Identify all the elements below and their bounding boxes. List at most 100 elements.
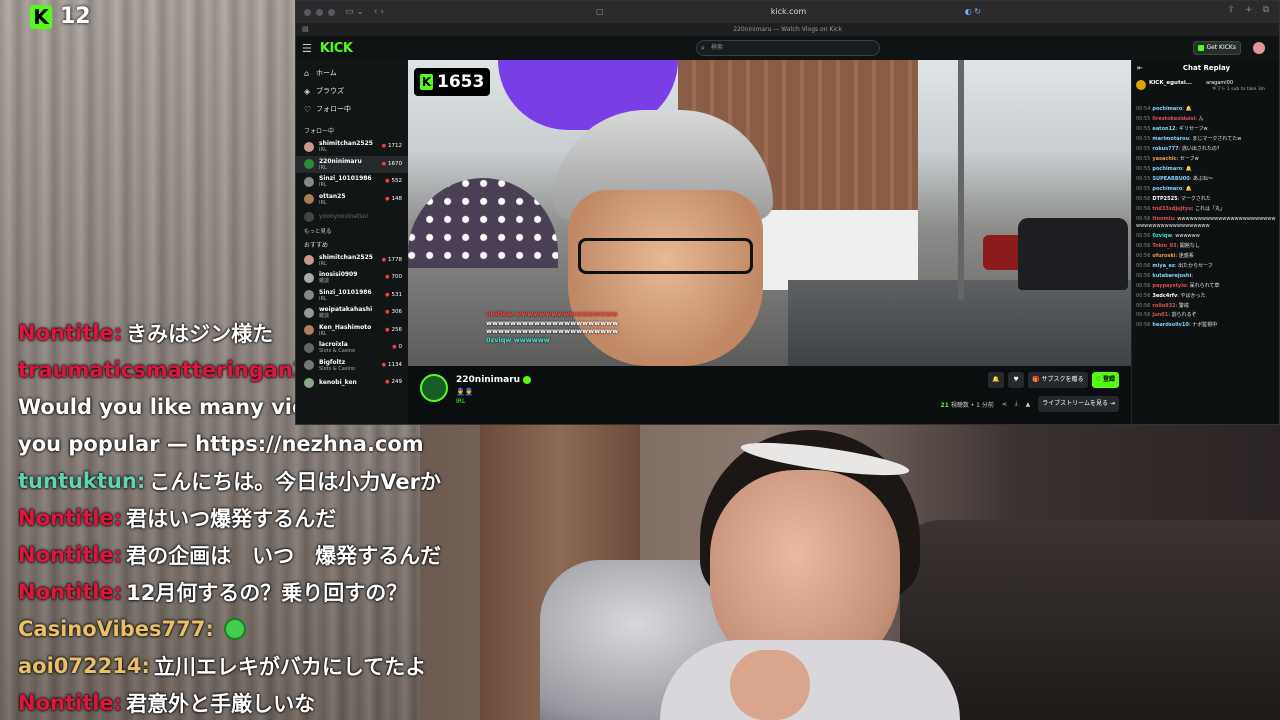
sidebar-channel[interactable]: inosisi0909雑談700: [296, 269, 408, 287]
chat-username[interactable]: tinomiu: [1152, 216, 1174, 222]
watch-live-button[interactable]: ライブストリームを見る ⇥: [1038, 396, 1119, 412]
channel-avatar: [304, 159, 314, 170]
video-overlay-line: 0zviqw wwwwww: [486, 335, 550, 344]
sidebar-channel[interactable]: weipatakahashi雑談306: [296, 304, 408, 322]
sidebar-channel[interactable]: shimitchan2525IRL 1778: [296, 252, 408, 270]
chat-username[interactable]: pochimaro: [1152, 186, 1182, 192]
chat-username[interactable]: yasachic: [1152, 156, 1176, 162]
overlay-chat-user: Nontitle:: [18, 542, 123, 567]
sidebar-channel[interactable]: Ken_HashimotoIRL 256: [296, 322, 408, 340]
window-controls[interactable]: [304, 8, 335, 16]
sidebar-channel[interactable]: kenobi_ken 249: [296, 374, 408, 392]
sidebar-channel[interactable]: 220ninimaruIRL 1670: [296, 155, 408, 173]
video-player[interactable]: K 1653 onitlew wwwwwwwwwwwwwwwww wwwwwwww…: [408, 60, 1131, 366]
nav-browse[interactable]: ◈ ブラウズ: [296, 82, 408, 100]
chat-timestamp: 00:56: [1136, 312, 1151, 319]
chat-username[interactable]: kutabarejoshi: [1152, 273, 1191, 279]
chat-username[interactable]: marimotarou: [1152, 136, 1189, 142]
chat-username[interactable]: 0zviqw: [1152, 233, 1172, 239]
sidebar-channel[interactable]: Sinzi_10101986IRL 531: [296, 287, 408, 305]
channel-avatar: [304, 290, 314, 301]
chat-username[interactable]: jun01: [1152, 312, 1168, 318]
chat-username[interactable]: Tokio_83: [1152, 243, 1176, 249]
chat-username[interactable]: tnd33sdjuJtyu: [1152, 206, 1191, 212]
search-icon: ⌕: [701, 44, 705, 52]
pinned-gift[interactable]: KICK_egutsi... aragami00 ギフト 1 sub to ta…: [1136, 78, 1277, 102]
chat-message: 00:55 eaton12: ギリセーフw: [1136, 125, 1208, 132]
back-forward-icon[interactable]: ‹ ›: [374, 7, 384, 17]
chat-username[interactable]: heardsoiiv10: [1152, 322, 1188, 328]
chat-message: 00:56 ofuroski: 迷惑系: [1136, 252, 1194, 259]
menu-icon[interactable]: ☰: [302, 42, 312, 55]
collapse-chat-icon[interactable]: ⇤: [1137, 64, 1143, 72]
chat-username[interactable]: SUPEARBU00: [1152, 176, 1189, 182]
kick-logo-icon: K: [420, 74, 433, 90]
kick-logo[interactable]: KICK: [320, 41, 353, 56]
heart-icon[interactable]: ♥: [1008, 372, 1025, 388]
chat-username[interactable]: eaton12: [1152, 126, 1175, 132]
notification-bell-icon[interactable]: 🔔: [988, 372, 1005, 388]
sidebar-channel[interactable]: ottan25IRL 148: [296, 191, 408, 209]
chat-timestamp: 00:54: [1136, 106, 1151, 112]
report-icon[interactable]: ▲: [1026, 401, 1031, 408]
chat-text: あぶね～: [1193, 175, 1214, 182]
chat-username[interactable]: miya_ez: [1152, 263, 1174, 269]
channel-category[interactable]: IRL: [456, 398, 465, 405]
gift-sub-button[interactable]: 🎁 サブスクを贈る: [1028, 372, 1088, 388]
share-icon[interactable]: ⋖: [1002, 401, 1007, 408]
chat-username[interactable]: lirestokesiduisi: [1152, 116, 1195, 122]
chat-username[interactable]: rollo932: [1152, 303, 1175, 309]
channel-avatar[interactable]: [420, 374, 448, 402]
channel-name[interactable]: 220ninimaru: [456, 375, 532, 385]
share-icon[interactable]: ⇪: [1227, 5, 1235, 15]
chat-username[interactable]: rokus777: [1152, 146, 1178, 152]
chat-message: 00:56 kutabarejoshi:: [1136, 272, 1193, 279]
sidebar-channel[interactable]: yoooyoooinetsoi: [296, 208, 408, 226]
tab-bar: ▤ 220ninimaru — Watch Vlogs on Kick: [296, 23, 1279, 36]
sidebar-toggle-icon[interactable]: ▭ ⌄: [345, 7, 364, 17]
sidebar-channel[interactable]: lacroixlaSlots & Casino 0: [296, 339, 408, 357]
show-more-link[interactable]: もっと見る: [296, 226, 408, 238]
video-overlay-line: wwwwwwwwwwwwwwwwwwwwww: [486, 318, 619, 327]
chat-timestamp: 00:55: [1136, 125, 1151, 132]
chat-username[interactable]: ofuroski: [1152, 253, 1175, 259]
nav-heart[interactable]: ♡ フォロー中: [296, 100, 408, 118]
channel-avatar: [304, 307, 314, 318]
get-kicks-button[interactable]: Get KICKs: [1193, 41, 1241, 55]
sidebar-channel[interactable]: shimitchan2525IRL 1712: [296, 138, 408, 156]
chat-username[interactable]: pochimaro: [1152, 106, 1182, 112]
channel-name: Bigfoltz: [319, 358, 346, 366]
kick-logo-icon: K: [30, 4, 52, 29]
browse-icon: ◈: [304, 86, 311, 96]
follow-button[interactable]: ♡ 登録: [1091, 372, 1119, 388]
search-input[interactable]: ⌕ 検索: [696, 40, 880, 56]
download-icon[interactable]: ⤓: [1015, 400, 1018, 408]
address-bar[interactable]: ▢ kick.com ◐ ↻: [596, 4, 981, 20]
search-placeholder: 検索: [711, 44, 724, 51]
channel-avatar: [304, 272, 314, 283]
tab-title[interactable]: 220ninimaru — Watch Vlogs on Kick: [296, 23, 1279, 36]
overlay-chat-user: aoi072214:: [18, 653, 150, 678]
chat-username[interactable]: paypaystyle: [1152, 283, 1186, 289]
sidebar-channel[interactable]: BigfoltzSlots & Casino 1134: [296, 357, 408, 375]
new-tab-icon[interactable]: +: [1245, 5, 1253, 15]
chat-text: ギリセーフw: [1178, 125, 1208, 132]
overlay-chat-user: Nontitle:: [18, 579, 123, 604]
reload-icon[interactable]: ◐ ↻: [965, 4, 981, 20]
chat-username[interactable]: 3edc4rfv: [1152, 293, 1177, 299]
verified-icon: [523, 375, 532, 384]
tabs-overview-icon[interactable]: ⧉: [1263, 5, 1269, 15]
chat-username[interactable]: DTP2525: [1152, 196, 1177, 202]
sidebar-channel[interactable]: Sinzi_10101986IRL 552: [296, 173, 408, 191]
channel-name: ottan25: [319, 192, 346, 200]
chat-message: 00:54 pochimaro: 🔔: [1136, 106, 1192, 112]
channel-category: IRL: [319, 330, 327, 337]
black-car: [1018, 218, 1128, 290]
channel-name: yoooyoooinetsoi: [319, 213, 369, 221]
nav-home[interactable]: ⌂ ホーム: [296, 64, 408, 82]
user-avatar[interactable]: [1253, 42, 1265, 54]
overlay-chat-message: きみはジン様た: [126, 321, 274, 346]
viewer-count: 1778: [382, 257, 402, 263]
chat-username[interactable]: pochimaro: [1152, 166, 1182, 172]
overlay-chat-line: CasinoVibes777:: [18, 610, 558, 647]
